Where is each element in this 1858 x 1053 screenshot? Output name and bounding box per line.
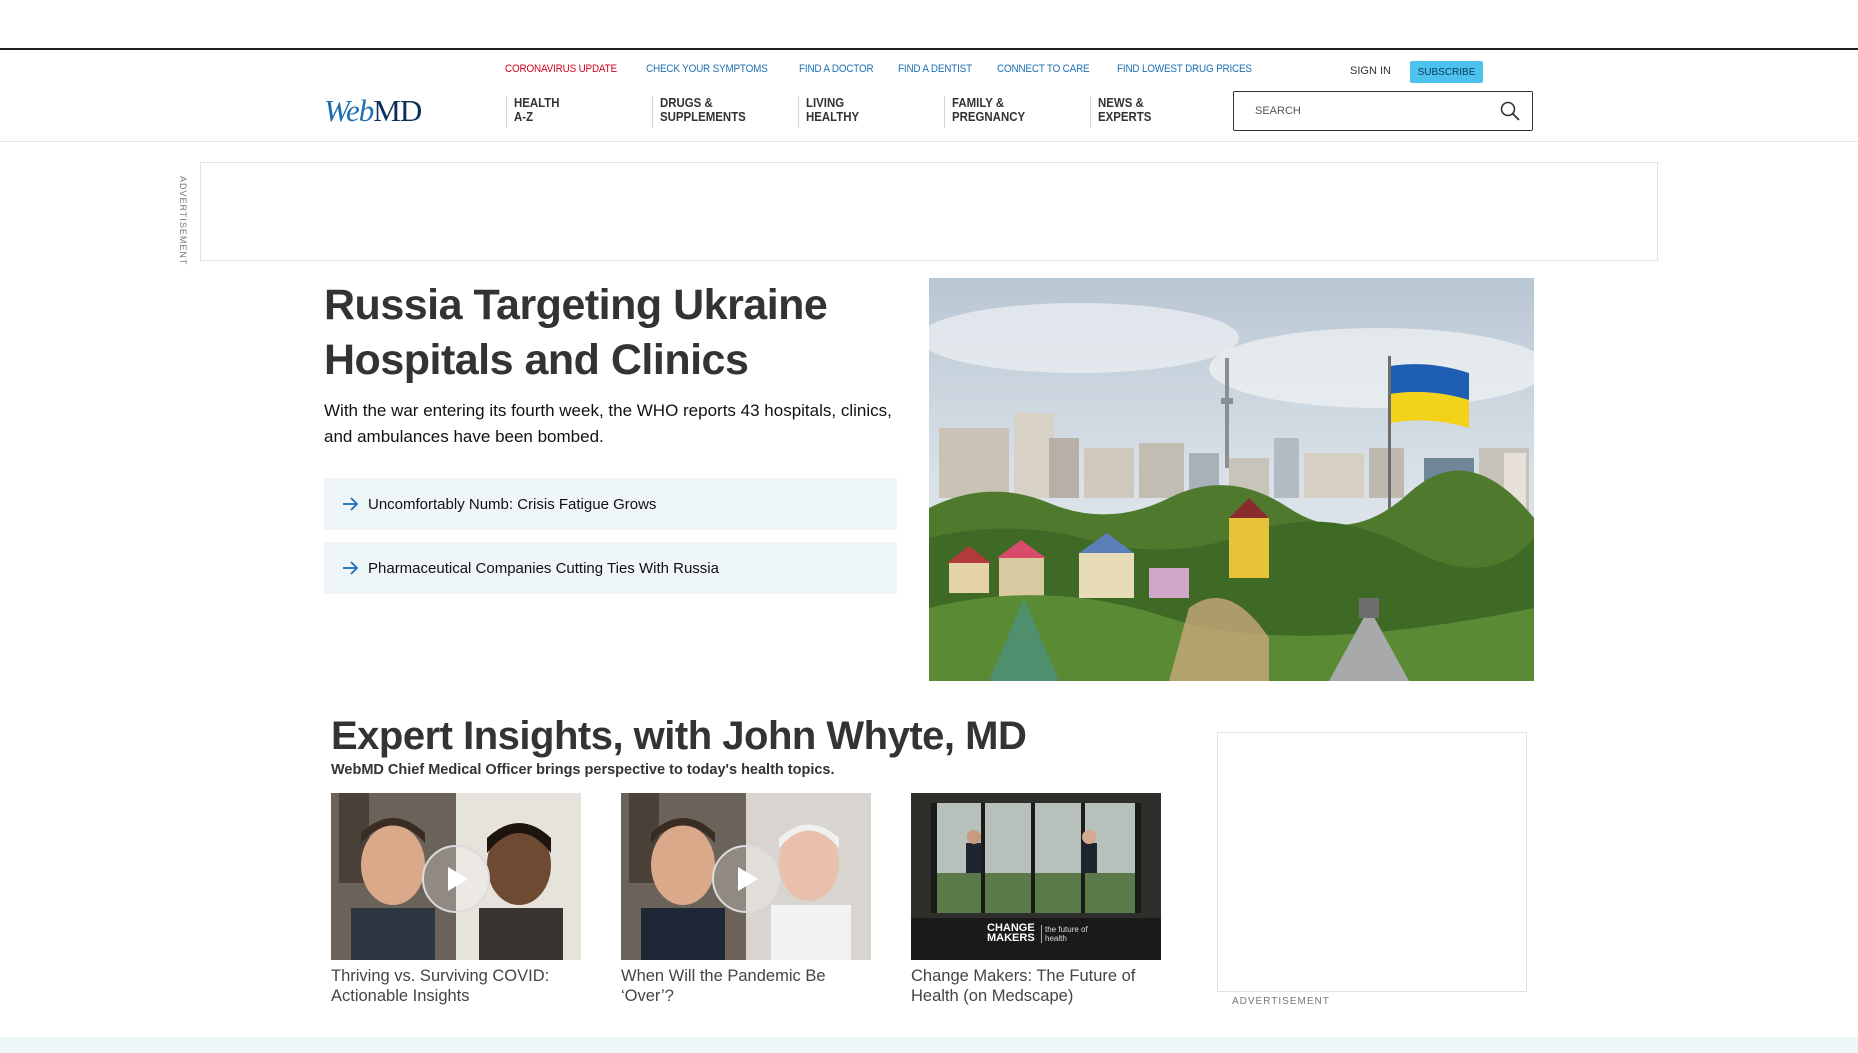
nav-label-line1: DRUGS &	[660, 95, 713, 110]
utility-link-coronavirus[interactable]: CORONAVIRUS UPDATE	[505, 63, 617, 75]
advertisement-sidebar[interactable]	[1217, 732, 1527, 992]
hero-image-kyiv-skyline[interactable]	[929, 278, 1534, 681]
hero-headline[interactable]: Russia Targeting Ukraine Hospitals and C…	[324, 278, 864, 388]
nav-label-line1: HEALTH	[514, 95, 560, 110]
related-link[interactable]: Uncomfortably Numb: Crisis Fatigue Grows	[324, 478, 897, 530]
nav-label-line1: FAMILY &	[952, 95, 1005, 110]
advertisement-banner[interactable]	[200, 162, 1658, 261]
video-thumbnail-art	[331, 793, 581, 960]
utility-nav: CORONAVIRUS UPDATE CHECK YOUR SYMPTOMS F…	[505, 63, 1267, 75]
video-thumbnail[interactable]	[331, 793, 581, 960]
nav-label-line1: NEWS &	[1098, 95, 1144, 110]
main-nav: HEALTH A-Z DRUGS & SUPPLEMENTS LIVING HE…	[506, 96, 1236, 128]
top-banner-area	[0, 0, 1858, 50]
search-icon[interactable]	[1500, 101, 1520, 121]
advertisement-label-top: ADVERTISEMENT	[178, 176, 188, 266]
video-thumbnail[interactable]	[621, 793, 871, 960]
expert-insights-title[interactable]: Expert Insights, with John Whyte, MD	[331, 714, 1027, 759]
nav-label-line2: SUPPLEMENTS	[660, 109, 746, 124]
advertisement-label-side: ADVERTISEMENT	[1232, 996, 1330, 1007]
video-thumbnail-art	[621, 793, 871, 960]
hero-description: With the war entering its fourth week, t…	[324, 401, 892, 446]
change-makers-overlay: CHANGE MAKERS	[987, 923, 1035, 944]
nav-health-az[interactable]: HEALTH A-Z	[506, 96, 652, 128]
utility-link-drug-prices[interactable]: FIND LOWEST DRUG PRICES	[1117, 63, 1252, 75]
subscribe-button[interactable]: SUBSCRIBE	[1410, 61, 1483, 83]
nav-drugs-supplements[interactable]: DRUGS & SUPPLEMENTS	[652, 96, 798, 128]
video-card[interactable]: CHANGE MAKERS the future of health Chang…	[911, 793, 1161, 1006]
utility-link-doctor[interactable]: FIND A DOCTOR	[799, 63, 874, 75]
nav-label-line2: A-Z	[514, 109, 534, 124]
nav-label-line1: LIVING	[806, 95, 845, 110]
expert-insights-subtitle: WebMD Chief Medical Officer brings persp…	[331, 762, 835, 778]
video-thumbnail[interactable]: CHANGE MAKERS the future of health	[911, 793, 1161, 960]
video-card-caption[interactable]: When Will the Pandemic Be ‘Over’?	[621, 966, 871, 1006]
video-card[interactable]: Thriving vs. Surviving COVID: Actionable…	[331, 793, 581, 1006]
sign-in-link[interactable]: SIGN IN	[1350, 65, 1391, 77]
footer-band	[0, 1037, 1858, 1053]
utility-link-dentist[interactable]: FIND A DENTIST	[898, 63, 972, 75]
overlay-tagline: the future of health	[1041, 925, 1091, 943]
nav-news-experts[interactable]: NEWS & EXPERTS	[1090, 96, 1236, 128]
video-thumbnail-art	[911, 793, 1161, 960]
nav-family-pregnancy[interactable]: FAMILY & PREGNANCY	[944, 96, 1090, 128]
video-card-caption[interactable]: Change Makers: The Future of Health (on …	[911, 966, 1161, 1006]
nav-label-line2: PREGNANCY	[952, 109, 1026, 124]
overlay-line2: MAKERS	[987, 932, 1035, 944]
related-link-label: Uncomfortably Numb: Crisis Fatigue Grows	[368, 495, 657, 513]
utility-link-symptoms[interactable]: CHECK YOUR SYMPTOMS	[646, 63, 768, 75]
related-link[interactable]: Pharmaceutical Companies Cutting Ties Wi…	[324, 542, 897, 594]
video-card-caption[interactable]: Thriving vs. Surviving COVID: Actionable…	[331, 966, 581, 1006]
site-header: CORONAVIRUS UPDATE CHECK YOUR SYMPTOMS F…	[0, 52, 1858, 142]
arrow-right-icon	[343, 497, 359, 511]
video-card[interactable]: When Will the Pandemic Be ‘Over’?	[621, 793, 871, 1006]
nav-living-healthy[interactable]: LIVING HEALTHY	[798, 96, 944, 128]
nav-label-line2: EXPERTS	[1098, 109, 1152, 124]
logo-md: MD	[373, 93, 422, 128]
arrow-right-icon	[343, 561, 359, 575]
utility-link-care[interactable]: CONNECT TO CARE	[997, 63, 1090, 75]
nav-label-line2: HEALTHY	[806, 109, 860, 124]
logo-web: Web	[324, 93, 374, 128]
related-link-label: Pharmaceutical Companies Cutting Ties Wi…	[368, 559, 719, 577]
search-input[interactable]	[1234, 92, 1500, 130]
webmd-logo[interactable]: WebMD	[324, 93, 422, 129]
kyiv-skyline-illustration	[929, 278, 1534, 681]
search-box	[1233, 91, 1533, 131]
